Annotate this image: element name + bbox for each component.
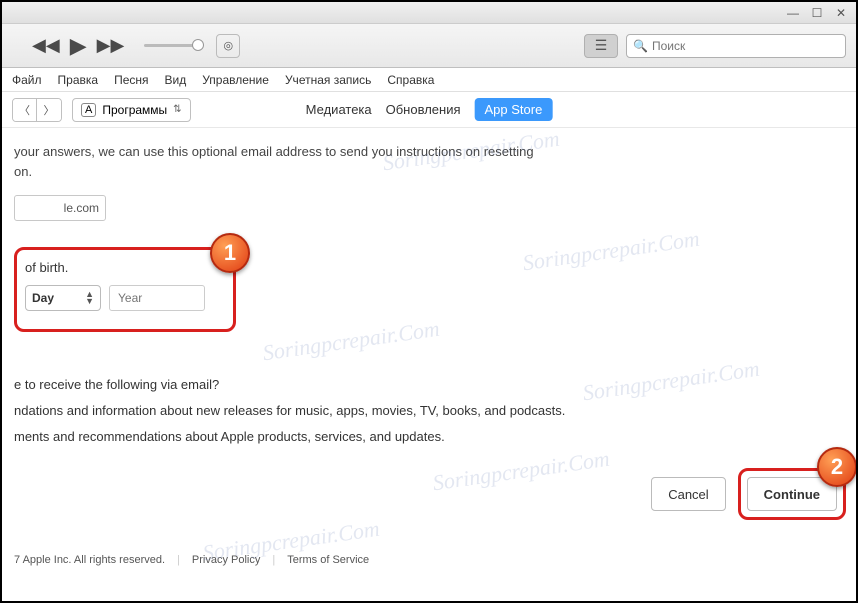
updown-arrows-icon: ▲▼	[85, 291, 94, 305]
separator: |	[272, 554, 275, 566]
menu-help[interactable]: Справка	[387, 73, 434, 87]
birth-section: of birth. Day ▲▼ 1	[14, 247, 236, 332]
category-selector[interactable]: A Программы ⇅	[72, 98, 191, 122]
watermark: Soringpcrepair.Com	[521, 226, 701, 277]
day-select[interactable]: Day ▲▼	[25, 285, 101, 311]
toolbar: ◀◀ ▶ ▶▶ ◎ ☰ 🔍	[2, 24, 856, 68]
forward-button[interactable]: 〉	[37, 99, 61, 121]
cancel-button[interactable]: Cancel	[651, 477, 725, 511]
list-view-icon[interactable]: ☰	[584, 34, 618, 58]
previous-icon[interactable]: ◀◀	[32, 35, 60, 56]
search-field[interactable]: 🔍	[626, 34, 846, 58]
navbar-tabs: Медиатека Обновления App Store	[306, 98, 553, 121]
menubar: Файл Правка Песня Вид Управление Учетная…	[2, 68, 856, 92]
intro-text: your answers, we can use this optional e…	[14, 142, 856, 181]
terms-link[interactable]: Terms of Service	[287, 554, 369, 566]
tab-appstore[interactable]: App Store	[475, 98, 553, 121]
continue-highlight-box: Continue 2	[738, 468, 846, 520]
watermark: Soringpcrepair.Com	[261, 316, 441, 367]
tab-library[interactable]: Медиатека	[306, 102, 372, 117]
content-area: your answers, we can use this optional e…	[2, 128, 856, 584]
privacy-link[interactable]: Privacy Policy	[192, 554, 260, 566]
tab-updates[interactable]: Обновления	[386, 102, 461, 117]
menu-view[interactable]: Вид	[165, 73, 187, 87]
intro-line: on.	[14, 162, 856, 182]
airplay-icon[interactable]: ◎	[216, 34, 240, 58]
separator: |	[177, 554, 180, 566]
back-button[interactable]: 〈	[13, 99, 37, 121]
search-icon: 🔍	[633, 39, 648, 53]
menu-account[interactable]: Учетная запись	[285, 73, 371, 87]
apps-icon: A	[81, 103, 96, 117]
menu-song[interactable]: Песня	[114, 73, 148, 87]
maximize-button[interactable]: ☐	[806, 4, 828, 22]
footer: 7 Apple Inc. All rights reserved. | Priv…	[14, 554, 369, 566]
action-row: Cancel Continue 2	[651, 468, 846, 520]
copyright-text: 7 Apple Inc. All rights reserved.	[14, 554, 165, 566]
menu-edit[interactable]: Правка	[58, 73, 99, 87]
prefs-line: ndations and information about new relea…	[14, 398, 856, 424]
birth-label: of birth.	[25, 260, 223, 275]
nav-backforward: 〈 〉	[12, 98, 62, 122]
category-label: Программы	[102, 103, 167, 117]
prefs-question: e to receive the following via email?	[14, 372, 856, 398]
birth-highlight-box: of birth. Day ▲▼	[14, 247, 236, 332]
prefs-line: ments and recommendations about Apple pr…	[14, 424, 856, 450]
day-select-label: Day	[32, 291, 54, 305]
year-input[interactable]	[109, 285, 205, 311]
close-button[interactable]: ✕	[830, 4, 852, 22]
menu-controls[interactable]: Управление	[202, 73, 269, 87]
playback-controls: ◀◀ ▶ ▶▶	[32, 33, 124, 59]
callout-badge-1: 1	[210, 233, 250, 273]
email-preferences: e to receive the following via email? nd…	[14, 372, 856, 450]
navbar: 〈 〉 A Программы ⇅ Медиатека Обновления A…	[2, 92, 856, 128]
watermark: Soringpcrepair.Com	[431, 446, 611, 497]
chevron-updown-icon: ⇅	[173, 104, 181, 115]
window-titlebar: — ☐ ✕	[2, 2, 856, 24]
volume-slider[interactable]	[144, 44, 204, 47]
optional-email-field[interactable]: le.com	[14, 195, 106, 221]
minimize-button[interactable]: —	[782, 4, 804, 22]
menu-file[interactable]: Файл	[12, 73, 42, 87]
play-icon[interactable]: ▶	[70, 33, 87, 59]
next-icon[interactable]: ▶▶	[97, 35, 125, 56]
intro-line: your answers, we can use this optional e…	[14, 142, 856, 162]
search-input[interactable]	[652, 39, 839, 53]
callout-badge-2: 2	[817, 447, 856, 487]
